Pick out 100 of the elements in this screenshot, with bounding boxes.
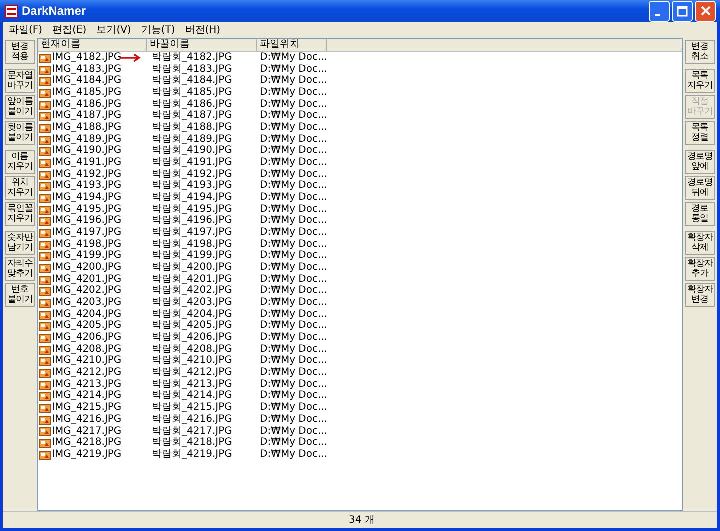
- side-button[interactable]: 확장자 삭제: [685, 231, 715, 255]
- side-button[interactable]: 목록 정렬: [685, 121, 715, 145]
- window-title: DarkNamer: [22, 4, 86, 18]
- menu-item[interactable]: 보기(V): [96, 23, 132, 37]
- file-row[interactable]: IMG_4210.JPG 박람회_4210.JPG D:₩My Doc...: [38, 355, 682, 368]
- file-row[interactable]: IMG_4196.JPG 박람회_4196.JPG D:₩My Doc...: [38, 215, 682, 228]
- app-icon: [5, 4, 18, 18]
- file-row[interactable]: IMG_4200.JPG 박람회_4200.JPG D:₩My Doc...: [38, 262, 682, 274]
- file-location: D:₩My Doc...: [259, 110, 327, 122]
- file-row[interactable]: IMG_4194.JPG 박람회_4194.JPG D:₩My Doc...: [38, 192, 682, 204]
- column-header[interactable]: 파일위치: [257, 39, 327, 51]
- file-row[interactable]: IMG_4218.JPG 박람회_4218.JPG D:₩My Doc...: [38, 437, 682, 449]
- current-name: IMG_4201.JPG: [52, 274, 122, 286]
- side-button[interactable]: 변경 적용: [5, 40, 35, 64]
- side-button[interactable]: 앞이름 붙이기: [5, 95, 35, 119]
- file-row[interactable]: IMG_4219.JPG 박람회_4219.JPG D:₩My Doc...: [38, 448, 682, 461]
- side-button[interactable]: 묶인꼴 지우기: [5, 202, 35, 226]
- side-button[interactable]: 확장자 변경: [685, 283, 715, 307]
- menu-item[interactable]: 버전(H): [185, 23, 221, 37]
- file-row[interactable]: IMG_4202.JPG 박람회_4202.JPG D:₩My Doc...: [38, 285, 682, 298]
- file-row[interactable]: IMG_4191.JPG 박람회_4191.JPG D:₩My Doc...: [38, 157, 682, 169]
- new-name: 박람회_4200.JPG: [152, 262, 232, 274]
- current-name: IMG_4194.JPG: [52, 192, 122, 204]
- side-button[interactable]: 이름 지우기: [5, 150, 35, 174]
- new-name: 박람회_4188.JPG: [152, 122, 232, 134]
- file-row[interactable]: IMG_4195.JPG 박람회_4195.JPG D:₩My Doc...: [38, 204, 682, 216]
- file-location: D:₩My Doc...: [259, 168, 327, 180]
- file-row[interactable]: IMG_4216.JPG 박람회_4216.JPG D:₩My Doc...: [38, 414, 682, 426]
- file-row[interactable]: IMG_4217.JPG 박람회_4217.JPG D:₩My Doc...: [38, 426, 682, 438]
- file-row[interactable]: IMG_4212.JPG 박람회_4212.JPG D:₩My Doc...: [38, 367, 682, 379]
- file-row[interactable]: IMG_4192.JPG 박람회_4192.JPG D:₩My Doc...: [38, 168, 682, 180]
- file-location: D:₩My Doc...: [259, 238, 327, 250]
- new-name: 박람회_4212.JPG: [152, 367, 232, 379]
- current-name: IMG_4197.JPG: [52, 227, 122, 239]
- file-row[interactable]: IMG_4208.JPG 박람회_4208.JPG D:₩My Doc...: [38, 344, 682, 356]
- side-button[interactable]: 문자열 바꾸기: [5, 69, 35, 93]
- menu-item[interactable]: 파일(F): [9, 23, 43, 37]
- side-button[interactable]: 변경 취소: [685, 40, 715, 64]
- maximize-button[interactable]: [672, 0, 693, 22]
- side-button[interactable]: 경로명 뒤에: [685, 176, 715, 200]
- file-row[interactable]: IMG_4204.JPG 박람회_4204.JPG D:₩My Doc...: [38, 308, 682, 320]
- minimize-button[interactable]: [649, 0, 670, 22]
- file-row[interactable]: IMG_4193.JPG 박람회_4193.JPG D:₩My Doc...: [38, 180, 682, 192]
- side-button[interactable]: 목록 지우기: [685, 69, 715, 93]
- file-location: D:₩My Doc...: [259, 98, 327, 110]
- file-row[interactable]: IMG_4182.JPG 박람회_4182.JPG D:₩My Doc...: [38, 52, 682, 64]
- file-location: D:₩My Doc...: [259, 414, 327, 426]
- side-button[interactable]: 숫자만 남기기: [5, 231, 35, 255]
- file-row[interactable]: IMG_4187.JPG 박람회_4187.JPG D:₩My Doc...: [38, 110, 682, 122]
- side-button[interactable]: 뒷이름 붙이기: [5, 121, 35, 145]
- file-location: D:₩My Doc...: [259, 274, 327, 286]
- side-button[interactable]: 경로명 앞에: [685, 150, 715, 174]
- file-location: D:₩My Doc...: [259, 52, 327, 64]
- file-location: D:₩My Doc...: [259, 145, 327, 158]
- current-name: IMG_4202.JPG: [52, 285, 122, 298]
- file-row[interactable]: IMG_4199.JPG 박람회_4199.JPG D:₩My Doc...: [38, 250, 682, 262]
- file-row[interactable]: IMG_4198.JPG 박람회_4198.JPG D:₩My Doc...: [38, 238, 682, 250]
- file-row[interactable]: IMG_4183.JPG 박람회_4183.JPG D:₩My Doc...: [38, 64, 682, 76]
- file-location: D:₩My Doc...: [259, 192, 327, 204]
- file-row[interactable]: IMG_4189.JPG 박람회_4189.JPG D:₩My Doc...: [38, 134, 682, 146]
- new-name: 박람회_4218.JPG: [152, 437, 232, 449]
- current-name: IMG_4199.JPG: [52, 250, 122, 262]
- new-name: 박람회_4203.JPG: [152, 297, 232, 309]
- menu-item[interactable]: 편집(E): [52, 23, 87, 37]
- new-name: 박람회_4204.JPG: [152, 308, 232, 320]
- file-row[interactable]: IMG_4184.JPG 박람회_4184.JPG D:₩My Doc...: [38, 75, 682, 88]
- file-row[interactable]: IMG_4203.JPG 박람회_4203.JPG D:₩My Doc...: [38, 297, 682, 309]
- side-button[interactable]: 위치 지우기: [5, 176, 35, 200]
- menu-item[interactable]: 기능(T): [141, 23, 176, 37]
- file-row[interactable]: IMG_4206.JPG 박람회_4206.JPG D:₩My Doc...: [38, 332, 682, 344]
- side-button[interactable]: 경로 통일: [685, 202, 715, 226]
- close-icon: [700, 6, 710, 16]
- file-row[interactable]: IMG_4186.JPG 박람회_4186.JPG D:₩My Doc...: [38, 98, 682, 110]
- file-location: D:₩My Doc...: [259, 426, 327, 438]
- current-name: IMG_4203.JPG: [52, 297, 122, 309]
- file-row[interactable]: IMG_4214.JPG 박람회_4214.JPG D:₩My Doc...: [38, 390, 682, 402]
- file-row[interactable]: IMG_4188.JPG 박람회_4188.JPG D:₩My Doc...: [38, 122, 682, 134]
- file-location: D:₩My Doc...: [259, 204, 327, 216]
- current-name: IMG_4184.JPG: [52, 75, 122, 88]
- side-button[interactable]: 확장자 추가: [685, 257, 715, 281]
- column-header[interactable]: 현재이름: [38, 39, 147, 51]
- current-name: IMG_4198.JPG: [52, 238, 122, 250]
- current-name: IMG_4191.JPG: [52, 157, 122, 169]
- file-row[interactable]: IMG_4185.JPG 박람회_4185.JPG D:₩My Doc...: [38, 87, 682, 99]
- current-name: IMG_4213.JPG: [52, 378, 122, 390]
- close-button[interactable]: [695, 0, 716, 22]
- new-name: 박람회_4183.JPG: [152, 64, 232, 76]
- file-row[interactable]: IMG_4201.JPG 박람회_4201.JPG D:₩My Doc...: [38, 274, 682, 286]
- file-row[interactable]: IMG_4213.JPG 박람회_4213.JPG D:₩My Doc...: [38, 378, 682, 390]
- file-location: D:₩My Doc...: [259, 320, 327, 332]
- side-button[interactable]: 자리수 맞추기: [5, 257, 35, 281]
- file-row[interactable]: IMG_4190.JPG 박람회_4190.JPG D:₩My Doc...: [38, 145, 682, 158]
- file-row[interactable]: IMG_4205.JPG 박람회_4205.JPG D:₩My Doc...: [38, 320, 682, 332]
- file-location: D:₩My Doc...: [259, 122, 327, 134]
- file-row[interactable]: IMG_4197.JPG 박람회_4197.JPG D:₩My Doc...: [38, 227, 682, 239]
- file-location: D:₩My Doc...: [259, 402, 327, 414]
- file-row[interactable]: IMG_4215.JPG 박람회_4215.JPG D:₩My Doc...: [38, 402, 682, 414]
- side-button[interactable]: 번호 붙이기: [5, 283, 35, 307]
- column-header[interactable]: 바꿀이름: [147, 39, 257, 51]
- new-name: 박람회_4189.JPG: [152, 134, 232, 146]
